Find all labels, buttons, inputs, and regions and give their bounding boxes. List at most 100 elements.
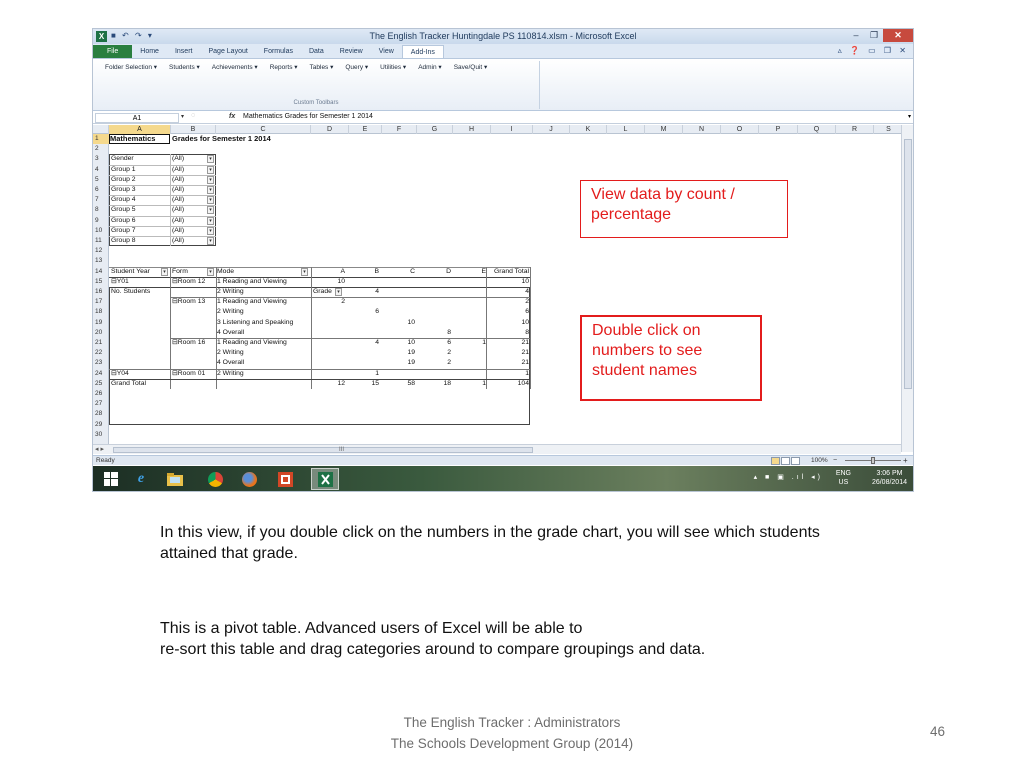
row-header-28[interactable]: 28 — [93, 409, 109, 419]
pivot-count-c[interactable]: 10 — [407, 338, 415, 348]
pivot-count-d[interactable]: 2 — [447, 348, 451, 358]
pivot-mode[interactable]: 1 Reading and Viewing — [217, 297, 287, 307]
row-header-9[interactable]: 9 — [93, 216, 109, 226]
column-header-r[interactable]: R — [836, 125, 874, 134]
menu-admin[interactable]: Admin ▾ — [418, 63, 442, 71]
ribbon-help-icons[interactable]: ▵ ❓ ▭ ❐ ✕ — [838, 46, 909, 55]
normal-view-button[interactable] — [771, 457, 780, 465]
tab-add-ins[interactable]: Add-Ins — [401, 45, 444, 58]
column-header-d[interactable]: D — [311, 125, 349, 134]
pivot-count-total[interactable]: 21 — [521, 358, 529, 368]
filter-dropdown-icon[interactable]: ▾ — [207, 186, 214, 194]
row-header-19[interactable]: 19 — [93, 318, 109, 328]
column-header-b[interactable]: B — [171, 125, 216, 134]
grade-dropdown-icon[interactable]: ▾ — [335, 288, 342, 296]
pivot-count-total[interactable]: 8 — [525, 328, 529, 338]
column-header-f[interactable]: F — [382, 125, 417, 134]
pivot-mode[interactable]: 4 Overall — [217, 328, 244, 338]
row-header-23[interactable]: 23 — [93, 358, 109, 368]
row-header-29[interactable]: 29 — [93, 420, 109, 430]
row-header-22[interactable]: 22 — [93, 348, 109, 358]
column-header-l[interactable]: L — [607, 125, 645, 134]
close-button[interactable]: ✕ — [883, 29, 913, 42]
filter-value[interactable]: (All) — [172, 165, 184, 175]
pivot-grand-total-a[interactable]: 12 — [337, 379, 345, 389]
row-header-27[interactable]: 27 — [93, 399, 109, 409]
page-break-view-button[interactable] — [791, 457, 800, 465]
pivot-count-b[interactable]: 1 — [375, 369, 379, 379]
filter-value[interactable]: (All) — [172, 175, 184, 185]
select-all-corner[interactable] — [93, 125, 109, 134]
pivot-count-c[interactable]: 10 — [407, 318, 415, 328]
pivot-mode[interactable]: 2 Writing — [217, 307, 244, 317]
column-header-g[interactable]: G — [417, 125, 453, 134]
row-header-3[interactable]: 3 — [93, 154, 109, 164]
row-header-2[interactable]: 2 — [93, 144, 109, 154]
row-header-6[interactable]: 6 — [93, 185, 109, 195]
function-icon[interactable]: fx — [229, 113, 235, 120]
pivot-count-b[interactable]: 4 — [375, 338, 379, 348]
clock[interactable]: 3:06 PM 26/08/2014 — [872, 469, 907, 487]
column-header-a[interactable]: A — [109, 125, 171, 134]
pivot-header-student-year[interactable]: Student Year — [111, 267, 150, 277]
pivot-header-grade-c[interactable]: C — [410, 267, 415, 277]
pivot-count-total[interactable]: 4 — [525, 287, 529, 297]
tab-view[interactable]: View — [371, 45, 402, 58]
pivot-mode[interactable]: 2 Writing — [217, 348, 244, 358]
form-dropdown-icon[interactable]: ▾ — [207, 267, 214, 276]
student-year-dropdown-icon[interactable]: ▾ — [161, 267, 168, 276]
row-header-30[interactable]: 30 — [93, 430, 109, 440]
tab-insert[interactable]: Insert — [167, 45, 201, 58]
row-header-20[interactable]: 20 — [93, 328, 109, 338]
windows-start-icon[interactable] — [97, 468, 125, 490]
filter-value[interactable]: (All) — [172, 195, 184, 205]
filter-dropdown-icon[interactable]: ▾ — [207, 196, 214, 205]
filter-dropdown-icon[interactable]: ▾ — [207, 237, 214, 245]
pivot-count-total[interactable]: 6 — [525, 307, 529, 317]
pivot-count-c[interactable]: 19 — [407, 358, 415, 368]
menu-reports[interactable]: Reports ▾ — [270, 63, 298, 71]
pivot-header-grade-b[interactable]: B — [374, 267, 379, 277]
filter-dropdown-icon[interactable]: ▾ — [207, 206, 214, 215]
pivot-mode[interactable]: 1 Reading and Viewing — [217, 338, 287, 348]
filter-value[interactable]: (All) — [172, 216, 184, 226]
row-header-8[interactable]: 8 — [93, 205, 109, 215]
pivot-mode[interactable]: 2 Writing — [217, 369, 244, 379]
tab-formulas[interactable]: Formulas — [256, 45, 301, 58]
pivot-header-form[interactable]: Form — [172, 267, 188, 277]
row-header-11[interactable]: 11 — [93, 236, 109, 246]
powerpoint-icon[interactable] — [271, 468, 299, 490]
language-indicator[interactable]: ENG US — [836, 469, 851, 487]
row-header-15[interactable]: 15 — [93, 277, 109, 287]
pivot-grand-total-c[interactable]: 58 — [407, 379, 415, 389]
row-header-24[interactable]: 24 — [93, 369, 109, 379]
zoom-level[interactable]: 100% — [811, 456, 828, 466]
internet-explorer-icon[interactable]: e — [127, 468, 155, 490]
pivot-grand-total-e[interactable]: 1 — [482, 379, 486, 389]
pivot-count-d[interactable]: 2 — [447, 358, 451, 368]
menu-students[interactable]: Students ▾ — [169, 63, 200, 71]
pivot-mode[interactable]: 3 Listening and Speaking — [217, 318, 293, 328]
row-header-10[interactable]: 10 — [93, 226, 109, 236]
filter-value[interactable]: (All) — [172, 226, 184, 236]
name-box[interactable]: A1 — [95, 113, 179, 123]
pivot-count-total[interactable]: 21 — [521, 348, 529, 358]
pivot-form[interactable]: ⊟Room 12 — [172, 277, 205, 287]
row-header-4[interactable]: 4 — [93, 165, 109, 175]
pivot-count-total[interactable]: 10 — [521, 277, 529, 287]
menu-tables[interactable]: Tables ▾ — [310, 63, 334, 71]
tab-data[interactable]: Data — [301, 45, 332, 58]
pivot-count-a[interactable]: 10 — [337, 277, 345, 287]
filter-value[interactable]: (All) — [172, 185, 184, 195]
row-header-13[interactable]: 13 — [93, 256, 109, 266]
row-header-7[interactable]: 7 — [93, 195, 109, 205]
pivot-header-grade-d[interactable]: D — [446, 267, 451, 277]
mode-dropdown-icon[interactable]: ▾ — [301, 267, 308, 276]
filter-value[interactable]: (All) — [172, 154, 184, 164]
firefox-icon[interactable] — [235, 468, 263, 490]
column-header-s[interactable]: S — [874, 125, 904, 134]
filter-dropdown-icon[interactable]: ▾ — [207, 226, 214, 235]
excel-taskbar-icon[interactable] — [311, 468, 339, 490]
pivot-count-c[interactable]: 19 — [407, 348, 415, 358]
row-header-21[interactable]: 21 — [93, 338, 109, 348]
